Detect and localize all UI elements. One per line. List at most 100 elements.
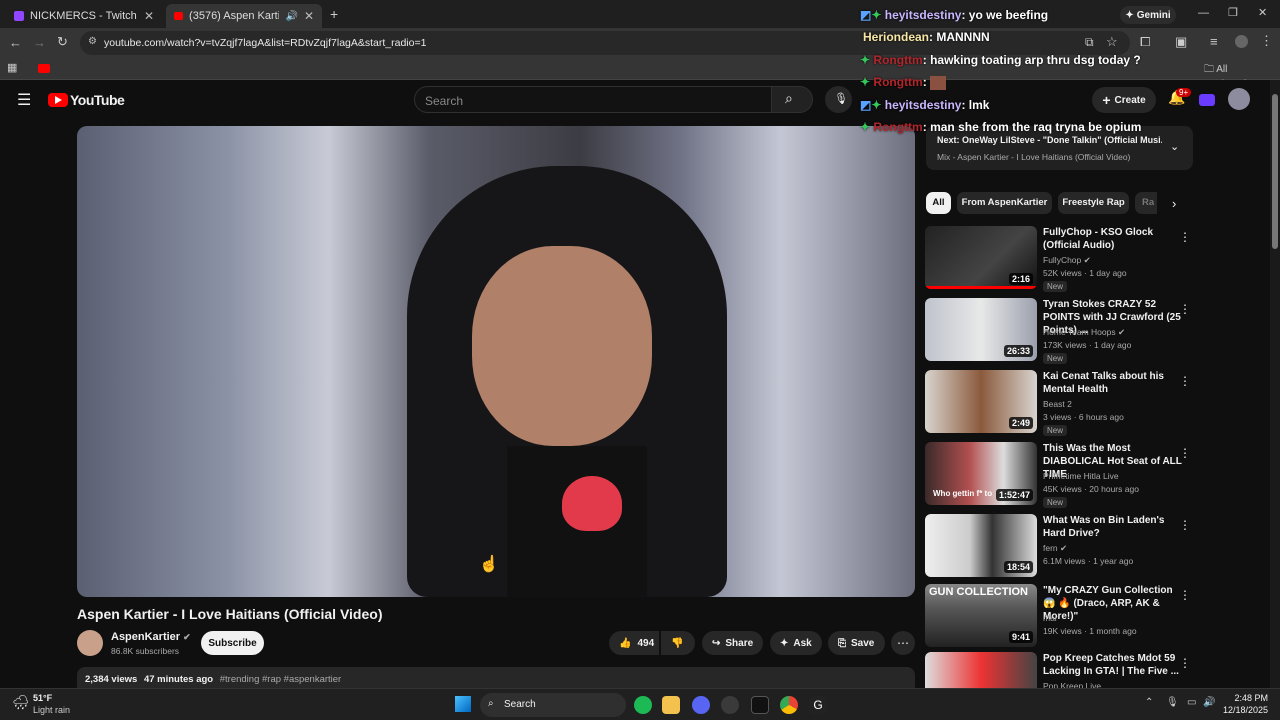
app-icon[interactable] bbox=[1199, 94, 1215, 106]
back-icon[interactable]: ← bbox=[9, 35, 22, 50]
star-badge-icon: ✦ bbox=[860, 120, 871, 134]
more-options-icon[interactable]: ⋮ bbox=[1179, 518, 1191, 532]
menu-kebab-icon[interactable]: ⋮ bbox=[1260, 33, 1273, 49]
chip-all[interactable]: All bbox=[926, 192, 951, 214]
more-actions-icon[interactable]: ⋯ bbox=[891, 631, 915, 655]
clock-date[interactable]: 12/18/2025 bbox=[1222, 705, 1268, 715]
app-icon[interactable]: G bbox=[809, 696, 827, 714]
more-options-icon[interactable]: ⋮ bbox=[1179, 588, 1191, 602]
tab-youtube[interactable]: (3576) Aspen Kartier - I Love 🔊 ✕ bbox=[166, 4, 322, 28]
list-item[interactable]: 2:16 FullyChop - KSO Glock (Official Aud… bbox=[925, 226, 1195, 292]
upload-age: 47 minutes ago bbox=[143, 674, 214, 685]
more-options-icon[interactable]: ⋮ bbox=[1179, 446, 1191, 460]
sidepanel-icon[interactable]: ▣ bbox=[1175, 34, 1187, 50]
apps-grid-icon[interactable]: ▦ bbox=[7, 61, 17, 74]
spotify-icon[interactable] bbox=[634, 696, 652, 714]
description-box[interactable]: 2,384 views 47 minutes ago #trending #ra… bbox=[77, 667, 915, 688]
scrollbar-thumb[interactable] bbox=[1272, 94, 1278, 249]
chat-message: ◩✦ heyitsdestiny: yo we beefing bbox=[860, 8, 1049, 22]
more-options-icon[interactable]: ⋮ bbox=[1179, 374, 1191, 388]
forward-icon[interactable]: → bbox=[33, 35, 46, 50]
channel-name[interactable]: AspenKartier ✔ bbox=[111, 631, 191, 643]
video-player[interactable]: ☝ bbox=[77, 126, 915, 597]
chrome-icon[interactable] bbox=[780, 696, 798, 714]
extensions-icon[interactable]: ⧠ bbox=[1140, 34, 1150, 50]
voice-search-button[interactable]: 🎙 bbox=[825, 86, 852, 113]
search-button[interactable]: ⌕ bbox=[771, 86, 813, 113]
channel-name-label: AspenKartier bbox=[111, 631, 181, 643]
site-info-icon[interactable]: ⚙ bbox=[88, 36, 97, 47]
video-thumbnail: GUN COLLECTION 9:41 bbox=[925, 584, 1037, 647]
list-item[interactable]: Pop Kreep Catches Mdot 59 Lacking In GTA… bbox=[925, 652, 1195, 688]
chevron-down-icon[interactable]: ⌄ bbox=[1170, 140, 1179, 153]
gemini-button[interactable]: ✦ Gemini bbox=[1120, 6, 1176, 24]
youtube-logo[interactable]: YouTube bbox=[48, 92, 125, 108]
like-button[interactable]: 👍 494 bbox=[609, 631, 659, 655]
app-icon[interactable] bbox=[721, 696, 739, 714]
video-thumbnail: 2:49 bbox=[925, 370, 1037, 433]
chevron-up-icon[interactable]: ⌃ bbox=[1145, 697, 1153, 708]
ask-button[interactable]: ✦ Ask bbox=[770, 631, 822, 655]
chip-freestyle-rap[interactable]: Freestyle Rap bbox=[1058, 192, 1129, 214]
channel-avatar[interactable] bbox=[77, 630, 103, 656]
more-options-icon[interactable]: ⋮ bbox=[1179, 230, 1191, 244]
hashtags[interactable]: #trending #rap #aspenkartier bbox=[220, 674, 341, 685]
create-button[interactable]: + Create bbox=[1092, 87, 1156, 113]
save-button[interactable]: ⎘ Save bbox=[828, 631, 885, 655]
search-input[interactable]: Search bbox=[414, 86, 772, 113]
more-options-icon[interactable]: ⋮ bbox=[1179, 302, 1191, 316]
discord-icon[interactable] bbox=[692, 696, 710, 714]
file-explorer-icon[interactable] bbox=[662, 696, 680, 714]
install-icon[interactable]: ⧉ bbox=[1085, 35, 1094, 50]
youtube-header: ☰ YouTube Search ⌕ 🎙 + Create 🔔 9+ bbox=[0, 80, 1270, 120]
dislike-button[interactable]: 👎 bbox=[661, 631, 695, 655]
notification-badge: 9+ bbox=[1176, 88, 1192, 97]
subscriber-count: 86.8K subscribers bbox=[111, 646, 180, 656]
profile-avatar[interactable] bbox=[1235, 35, 1248, 48]
mix-label: Mix - Aspen Kartier - I Love Haitians (O… bbox=[937, 152, 1131, 162]
weather-condition: Light rain bbox=[33, 705, 71, 715]
list-item[interactable]: GUN COLLECTION 9:41 "My CRAZY Gun Collect… bbox=[925, 584, 1195, 648]
chat-message: ◩✦ heyitsdestiny: lmk bbox=[860, 98, 990, 112]
chat-message: ✦ Rongttm: man she from the raq tryna be… bbox=[860, 120, 1142, 134]
duration-badge: 9:41 bbox=[1008, 631, 1033, 643]
close-tab-icon[interactable]: ✕ bbox=[304, 9, 314, 23]
minimize-icon[interactable]: — bbox=[1198, 7, 1209, 19]
more-options-icon[interactable]: ⋮ bbox=[1179, 656, 1191, 670]
clock-time[interactable]: 2:48 PM bbox=[1230, 693, 1268, 703]
account-avatar[interactable] bbox=[1228, 88, 1250, 110]
reload-icon[interactable]: ↻ bbox=[57, 34, 68, 50]
tab-label: NICKMERCS - Twitch bbox=[30, 10, 137, 22]
chip-rap[interactable]: Ra bbox=[1135, 192, 1157, 214]
close-tab-icon[interactable]: ✕ bbox=[144, 9, 154, 23]
list-item[interactable]: 2:49 Kai Cenat Talks about his Mental He… bbox=[925, 370, 1195, 436]
scrollbar[interactable] bbox=[1270, 80, 1280, 688]
restore-icon[interactable]: ❐ bbox=[1228, 6, 1238, 19]
epic-games-icon[interactable] bbox=[751, 696, 769, 714]
volume-icon[interactable]: 🔊 bbox=[1203, 697, 1215, 708]
chevron-right-icon[interactable]: › bbox=[1172, 196, 1176, 211]
speaker-icon[interactable]: 🔊 bbox=[285, 11, 297, 22]
close-window-icon[interactable]: ✕ bbox=[1258, 6, 1267, 19]
list-item[interactable]: Who gettin f* to 1:52:47 This Was the Mos… bbox=[925, 442, 1195, 508]
view-count: 2,384 views bbox=[85, 674, 138, 685]
new-tab-icon[interactable]: + bbox=[330, 6, 338, 22]
hamburger-menu-icon[interactable]: ☰ bbox=[17, 90, 31, 110]
youtube-bookmark-icon[interactable] bbox=[38, 64, 50, 73]
bookmark-star-icon[interactable]: ☆ bbox=[1106, 34, 1118, 50]
taskbar-search[interactable]: ⌕ Search bbox=[480, 693, 626, 717]
windows-start-icon[interactable] bbox=[455, 696, 471, 712]
mic-icon[interactable]: 🎙 bbox=[1166, 697, 1179, 708]
weather-icon[interactable]: 🌧 bbox=[12, 694, 30, 711]
chip-from-channel[interactable]: From AspenKartier bbox=[957, 192, 1052, 214]
network-icon[interactable]: ▭ bbox=[1187, 697, 1196, 708]
share-button[interactable]: ↪ Share bbox=[702, 631, 763, 655]
list-item[interactable]: 18:54 What Was on Bin Laden's Hard Drive… bbox=[925, 514, 1195, 578]
media-icon[interactable]: ≡ bbox=[1210, 34, 1218, 49]
taskbar-search-label: Search bbox=[504, 699, 536, 710]
rec-title: "My CRAZY Gun Collection 😱 🔥 (Draco, ARP… bbox=[1043, 585, 1173, 622]
heart-graphic bbox=[562, 476, 622, 531]
list-item[interactable]: 26:33 Tyran Stokes CRAZY 52 POINTS with … bbox=[925, 298, 1195, 364]
tab-twitch[interactable]: NICKMERCS - Twitch ✕ bbox=[6, 4, 162, 28]
subscribe-button[interactable]: Subscribe bbox=[201, 631, 264, 655]
